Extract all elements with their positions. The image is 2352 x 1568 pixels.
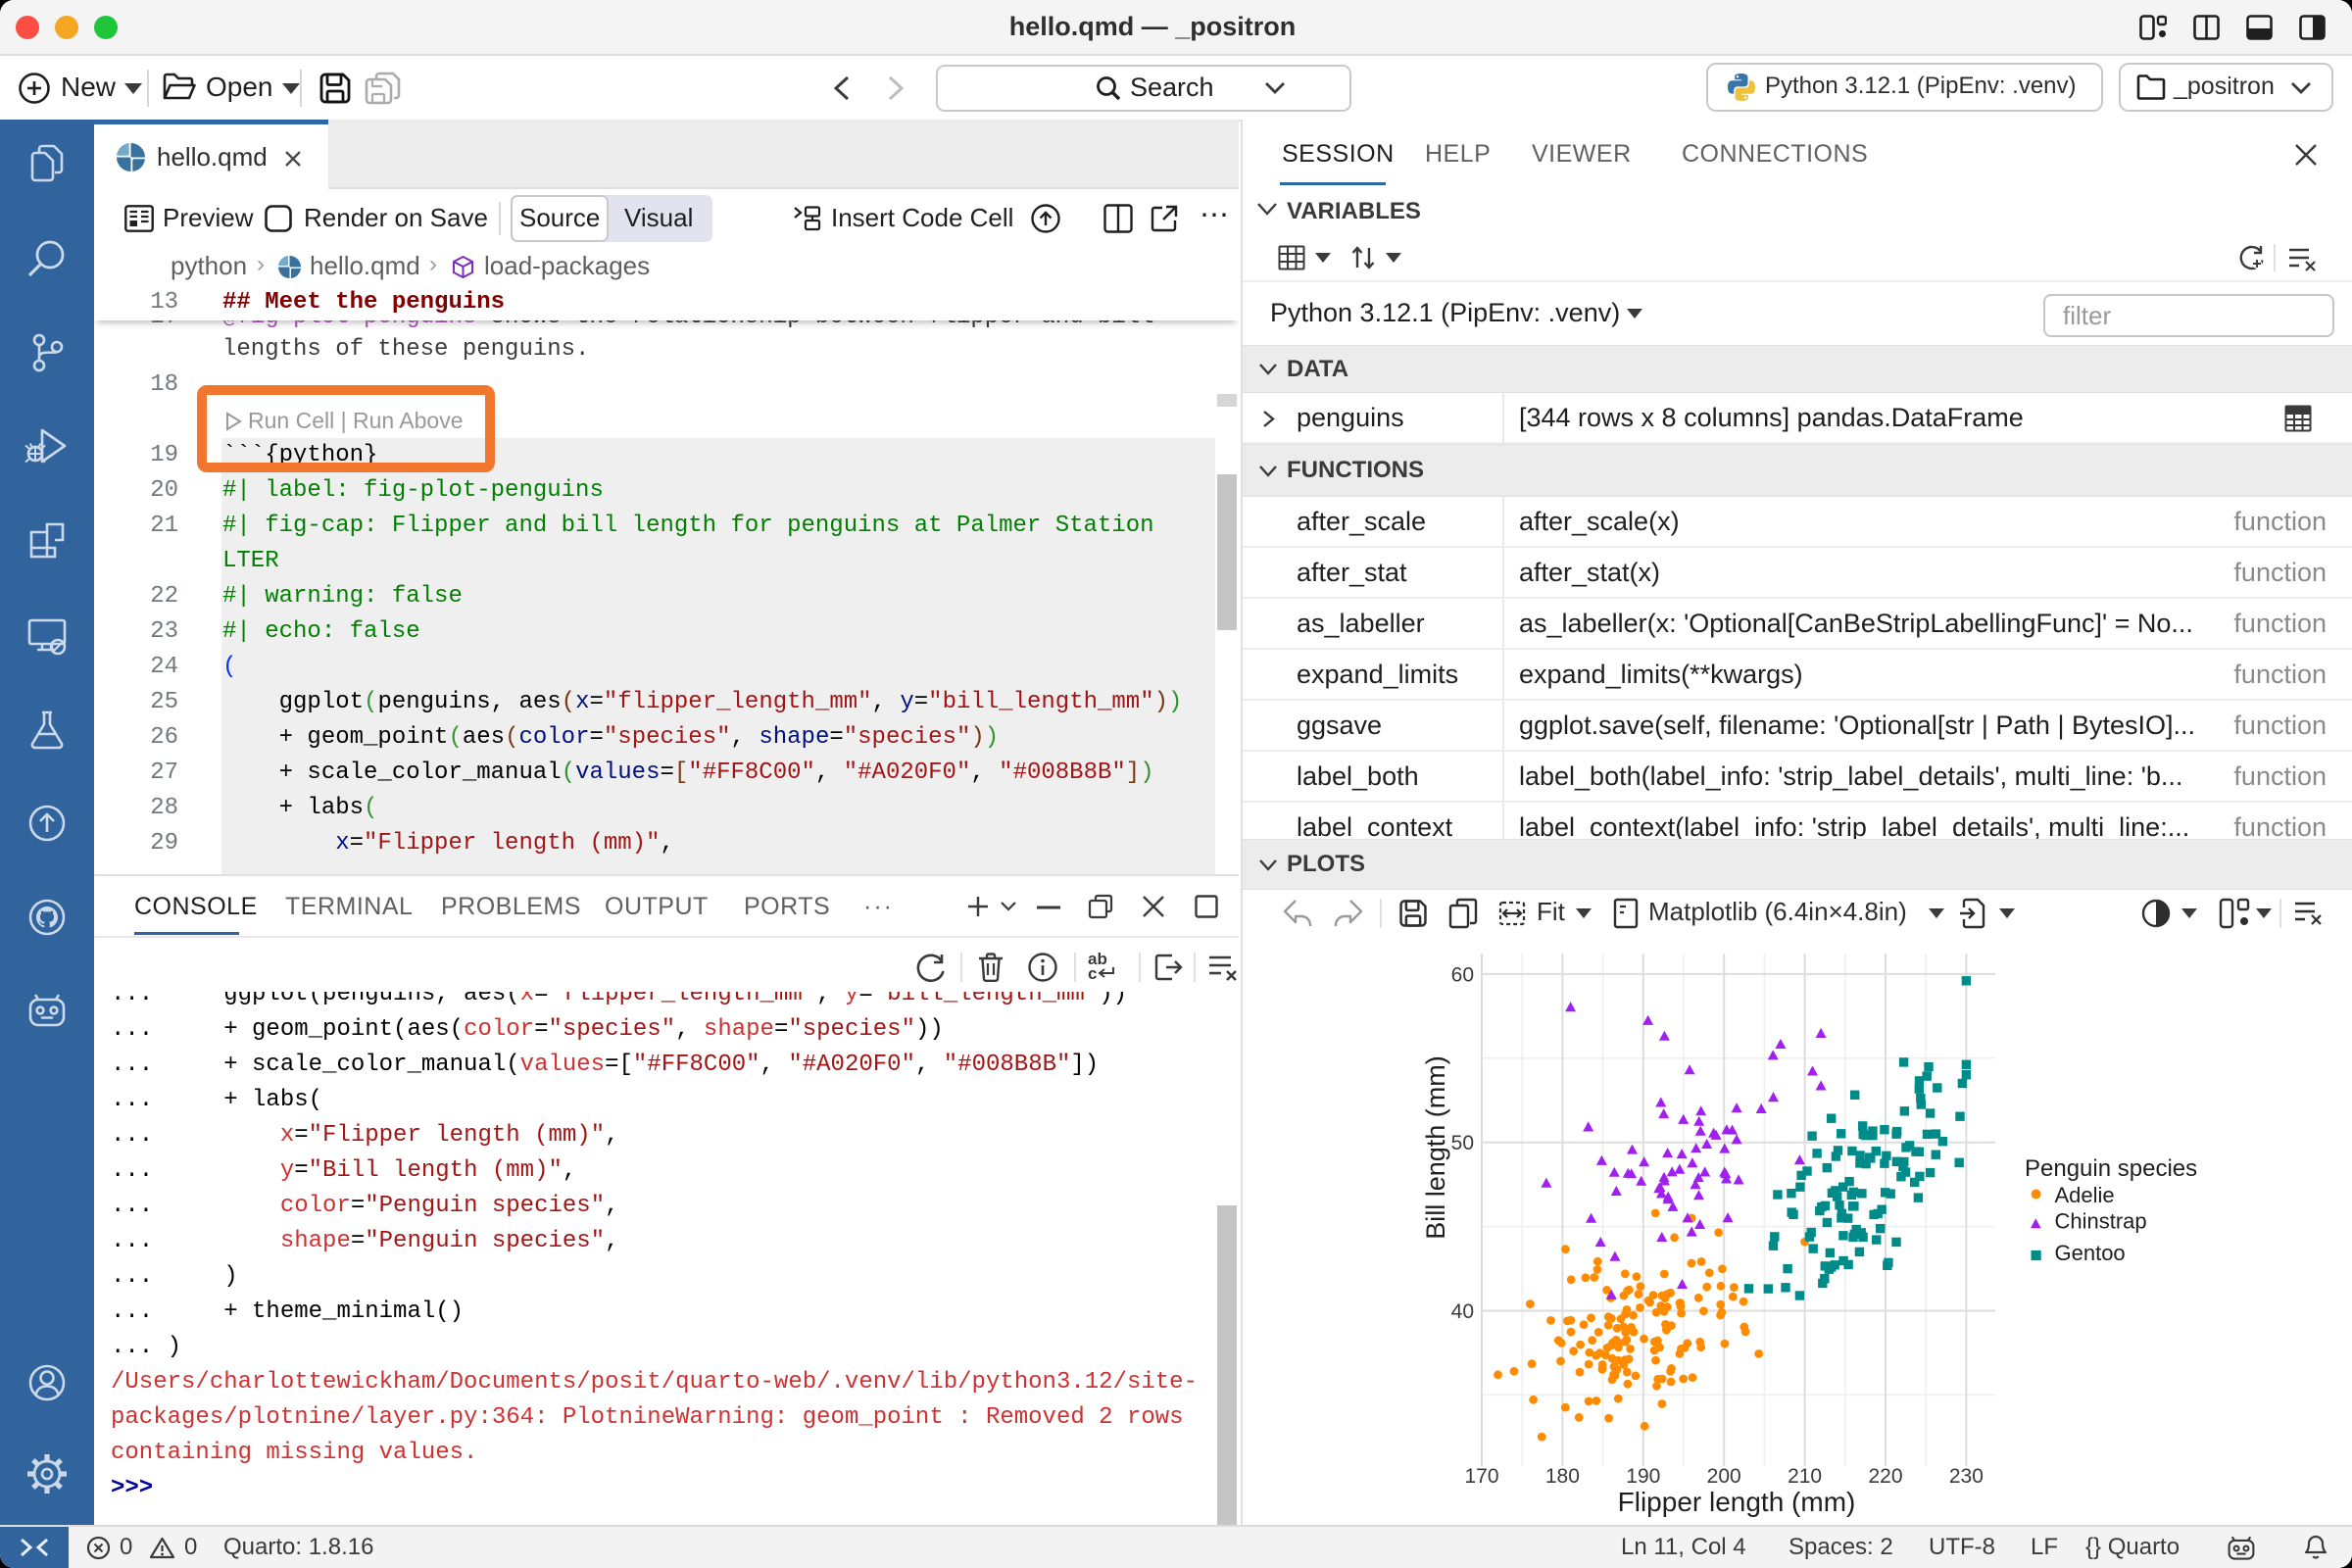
svg-text:220: 220 [1868, 1465, 1902, 1488]
svg-text:60: 60 [1451, 963, 1474, 986]
svg-text:Flipper length (mm): Flipper length (mm) [1618, 1487, 1856, 1517]
svg-text:Adelie: Adelie [2055, 1183, 2115, 1207]
svg-text:180: 180 [1545, 1465, 1580, 1488]
svg-text:50: 50 [1451, 1132, 1474, 1154]
svg-text:200: 200 [1707, 1465, 1741, 1488]
svg-text:190: 190 [1626, 1465, 1660, 1488]
svg-text:Chinstrap: Chinstrap [2055, 1209, 2147, 1234]
svg-text:Bill length (mm): Bill length (mm) [1421, 1055, 1450, 1240]
svg-text:230: 230 [1949, 1465, 1984, 1488]
svg-text:170: 170 [1464, 1465, 1498, 1488]
svg-text:Penguin species: Penguin species [2025, 1155, 2197, 1182]
svg-text:210: 210 [1788, 1465, 1822, 1488]
svg-text:Gentoo: Gentoo [2055, 1241, 2126, 1265]
svg-text:40: 40 [1451, 1300, 1474, 1323]
